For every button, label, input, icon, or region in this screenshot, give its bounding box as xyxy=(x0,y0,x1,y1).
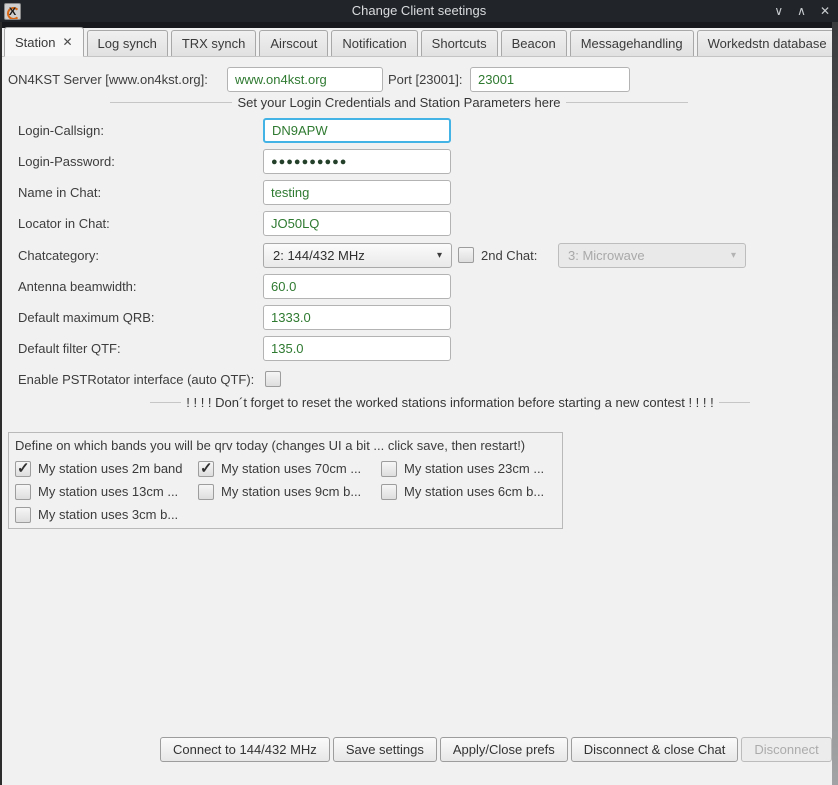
band-13cm-checkbox[interactable] xyxy=(15,484,31,500)
band-3cm-label: My station uses 3cm b... xyxy=(38,507,178,522)
band-23cm-item[interactable]: My station uses 23cm ... xyxy=(381,457,544,480)
second-chat-label: 2nd Chat: xyxy=(481,243,537,268)
second-chat-dropdown[interactable]: 3: Microwave ▾ xyxy=(558,243,746,268)
max-qrb-label: Default maximum QRB: xyxy=(18,305,155,330)
footer-button-row: Connect to 144/432 MHz Save settings App… xyxy=(160,737,832,762)
band-9cm-label: My station uses 9cm b... xyxy=(221,484,361,499)
separator-line xyxy=(719,402,750,403)
second-chat-checkbox[interactable] xyxy=(458,247,474,263)
maximize-icon[interactable]: ∧ xyxy=(797,0,806,22)
tab-workedstn-database[interactable]: Workedstn database xyxy=(697,30,838,56)
login-callsign-label: Login-Callsign: xyxy=(18,118,104,143)
antenna-beamwidth-label: Antenna beamwidth: xyxy=(18,274,137,299)
tab-log-synch[interactable]: Log synch xyxy=(87,30,168,56)
server-input[interactable] xyxy=(227,67,383,92)
antenna-beamwidth-input[interactable] xyxy=(263,274,451,299)
band-70cm-checkbox[interactable] xyxy=(198,461,214,477)
tab-shortcuts[interactable]: Shortcuts xyxy=(421,30,498,56)
tab-station[interactable]: Station ✕ xyxy=(4,27,84,57)
login-callsign-input[interactable] xyxy=(263,118,451,143)
bands-groupbox-title: Define on which bands you will be qrv to… xyxy=(9,433,562,455)
max-qrb-input[interactable] xyxy=(263,305,451,330)
disconnect-button[interactable]: Disconnect xyxy=(741,737,831,762)
filter-qtf-label: Default filter QTF: xyxy=(18,336,121,361)
tab-notification[interactable]: Notification xyxy=(331,30,417,56)
band-2m-checkbox[interactable] xyxy=(15,461,31,477)
band-6cm-item[interactable]: My station uses 6cm b... xyxy=(381,480,544,503)
chat-name-input[interactable] xyxy=(263,180,451,205)
window-title: Change Client seetings xyxy=(0,0,838,22)
second-chat-value: 3: Microwave xyxy=(568,248,645,263)
band-70cm-item[interactable]: My station uses 70cm ... xyxy=(198,457,361,480)
close-icon[interactable]: ✕ xyxy=(820,0,830,22)
disconnect-close-chat-button[interactable]: Disconnect & close Chat xyxy=(571,737,739,762)
contest-separator-text: ! ! ! ! Don´t forget to reset the worked… xyxy=(181,395,718,410)
band-6cm-checkbox[interactable] xyxy=(381,484,397,500)
chat-locator-input[interactable] xyxy=(263,211,451,236)
credentials-separator: Set your Login Credentials and Station P… xyxy=(110,95,688,110)
chatcategory-dropdown[interactable]: 2: 144/432 MHz ▾ xyxy=(263,243,452,268)
tab-bar: Station ✕ Log synch TRX synch Airscout N… xyxy=(0,22,832,57)
credentials-separator-text: Set your Login Credentials and Station P… xyxy=(232,95,565,110)
server-label: ON4KST Server [www.on4kst.org]: xyxy=(8,67,208,92)
band-13cm-item[interactable]: My station uses 13cm ... xyxy=(15,480,178,503)
separator-line xyxy=(110,102,232,103)
settings-window: X Change Client seetings ∨ ∧ ✕ Station ✕… xyxy=(0,0,838,785)
login-password-label: Login-Password: xyxy=(18,149,115,174)
chevron-down-icon: ▾ xyxy=(731,250,736,261)
tab-station-label: Station xyxy=(15,35,55,50)
apply-close-prefs-button[interactable]: Apply/Close prefs xyxy=(440,737,568,762)
station-tab-content: ON4KST Server [www.on4kst.org]: Port [23… xyxy=(0,57,838,785)
tab-airscout[interactable]: Airscout xyxy=(259,30,328,56)
band-23cm-checkbox[interactable] xyxy=(381,461,397,477)
save-settings-button[interactable]: Save settings xyxy=(333,737,437,762)
band-13cm-label: My station uses 13cm ... xyxy=(38,484,178,499)
tab-trx-synch[interactable]: TRX synch xyxy=(171,30,257,56)
window-right-border xyxy=(832,22,838,785)
bands-groupbox: Define on which bands you will be qrv to… xyxy=(8,432,563,529)
window-controls: ∨ ∧ ✕ xyxy=(774,0,830,22)
port-label: Port [23001]: xyxy=(388,67,462,92)
band-3cm-item[interactable]: My station uses 3cm b... xyxy=(15,503,178,526)
chevron-down-icon: ▾ xyxy=(437,250,442,261)
login-password-input[interactable] xyxy=(263,149,451,174)
contest-separator: ! ! ! ! Don´t forget to reset the worked… xyxy=(150,395,750,410)
minimize-icon[interactable]: ∨ xyxy=(774,0,783,22)
band-6cm-label: My station uses 6cm b... xyxy=(404,484,544,499)
port-input[interactable] xyxy=(470,67,630,92)
filter-qtf-input[interactable] xyxy=(263,336,451,361)
tab-beacon[interactable]: Beacon xyxy=(501,30,567,56)
band-2m-label: My station uses 2m band xyxy=(38,461,183,476)
app-icon-glyph: X xyxy=(9,6,16,18)
band-9cm-item[interactable]: My station uses 9cm b... xyxy=(198,480,361,503)
window-left-border xyxy=(0,22,2,785)
pstrotator-checkbox[interactable] xyxy=(265,371,281,387)
pstrotator-label: Enable PSTRotator interface (auto QTF): xyxy=(18,367,254,392)
band-2m-item[interactable]: My station uses 2m band xyxy=(15,457,183,480)
chatcategory-label: Chatcategory: xyxy=(18,243,99,268)
chat-locator-label: Locator in Chat: xyxy=(18,211,110,236)
band-9cm-checkbox[interactable] xyxy=(198,484,214,500)
tab-close-icon[interactable]: ✕ xyxy=(62,35,72,49)
chat-name-label: Name in Chat: xyxy=(18,180,101,205)
separator-line xyxy=(566,102,688,103)
separator-line xyxy=(150,402,181,403)
band-23cm-label: My station uses 23cm ... xyxy=(404,461,544,476)
connect-button[interactable]: Connect to 144/432 MHz xyxy=(160,737,330,762)
chatcategory-value: 2: 144/432 MHz xyxy=(273,248,365,263)
band-3cm-checkbox[interactable] xyxy=(15,507,31,523)
tab-messagehandling[interactable]: Messagehandling xyxy=(570,30,694,56)
title-bar: X Change Client seetings ∨ ∧ ✕ xyxy=(0,0,838,22)
band-70cm-label: My station uses 70cm ... xyxy=(221,461,361,476)
